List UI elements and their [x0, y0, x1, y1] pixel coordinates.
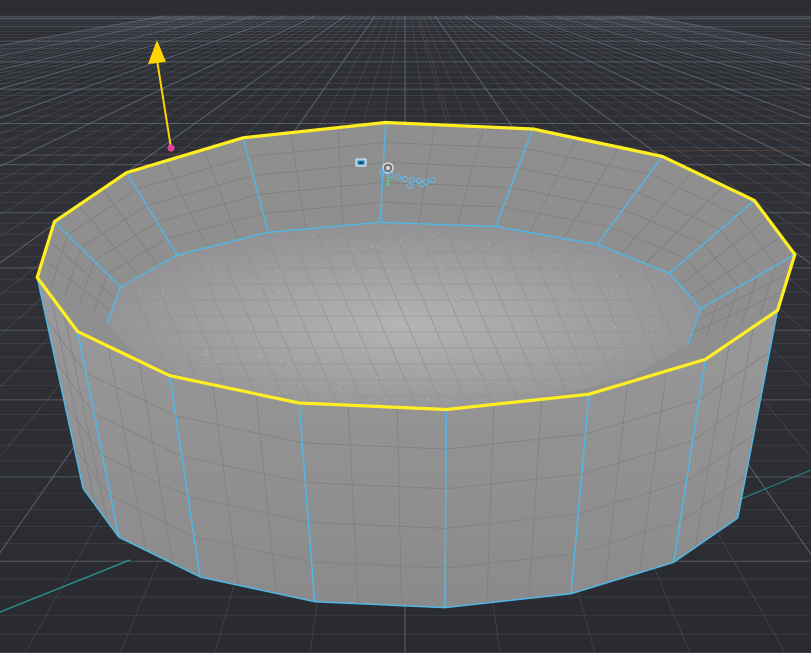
3d-viewport[interactable] — [0, 0, 811, 653]
camera-icon[interactable] — [355, 158, 367, 167]
normal-axis-arrow[interactable] — [156, 59, 172, 149]
gizmo-pivot-handle[interactable] — [167, 144, 175, 152]
viewport-canvas[interactable] — [0, 0, 811, 653]
cylinder-mesh[interactable] — [0, 120, 811, 609]
